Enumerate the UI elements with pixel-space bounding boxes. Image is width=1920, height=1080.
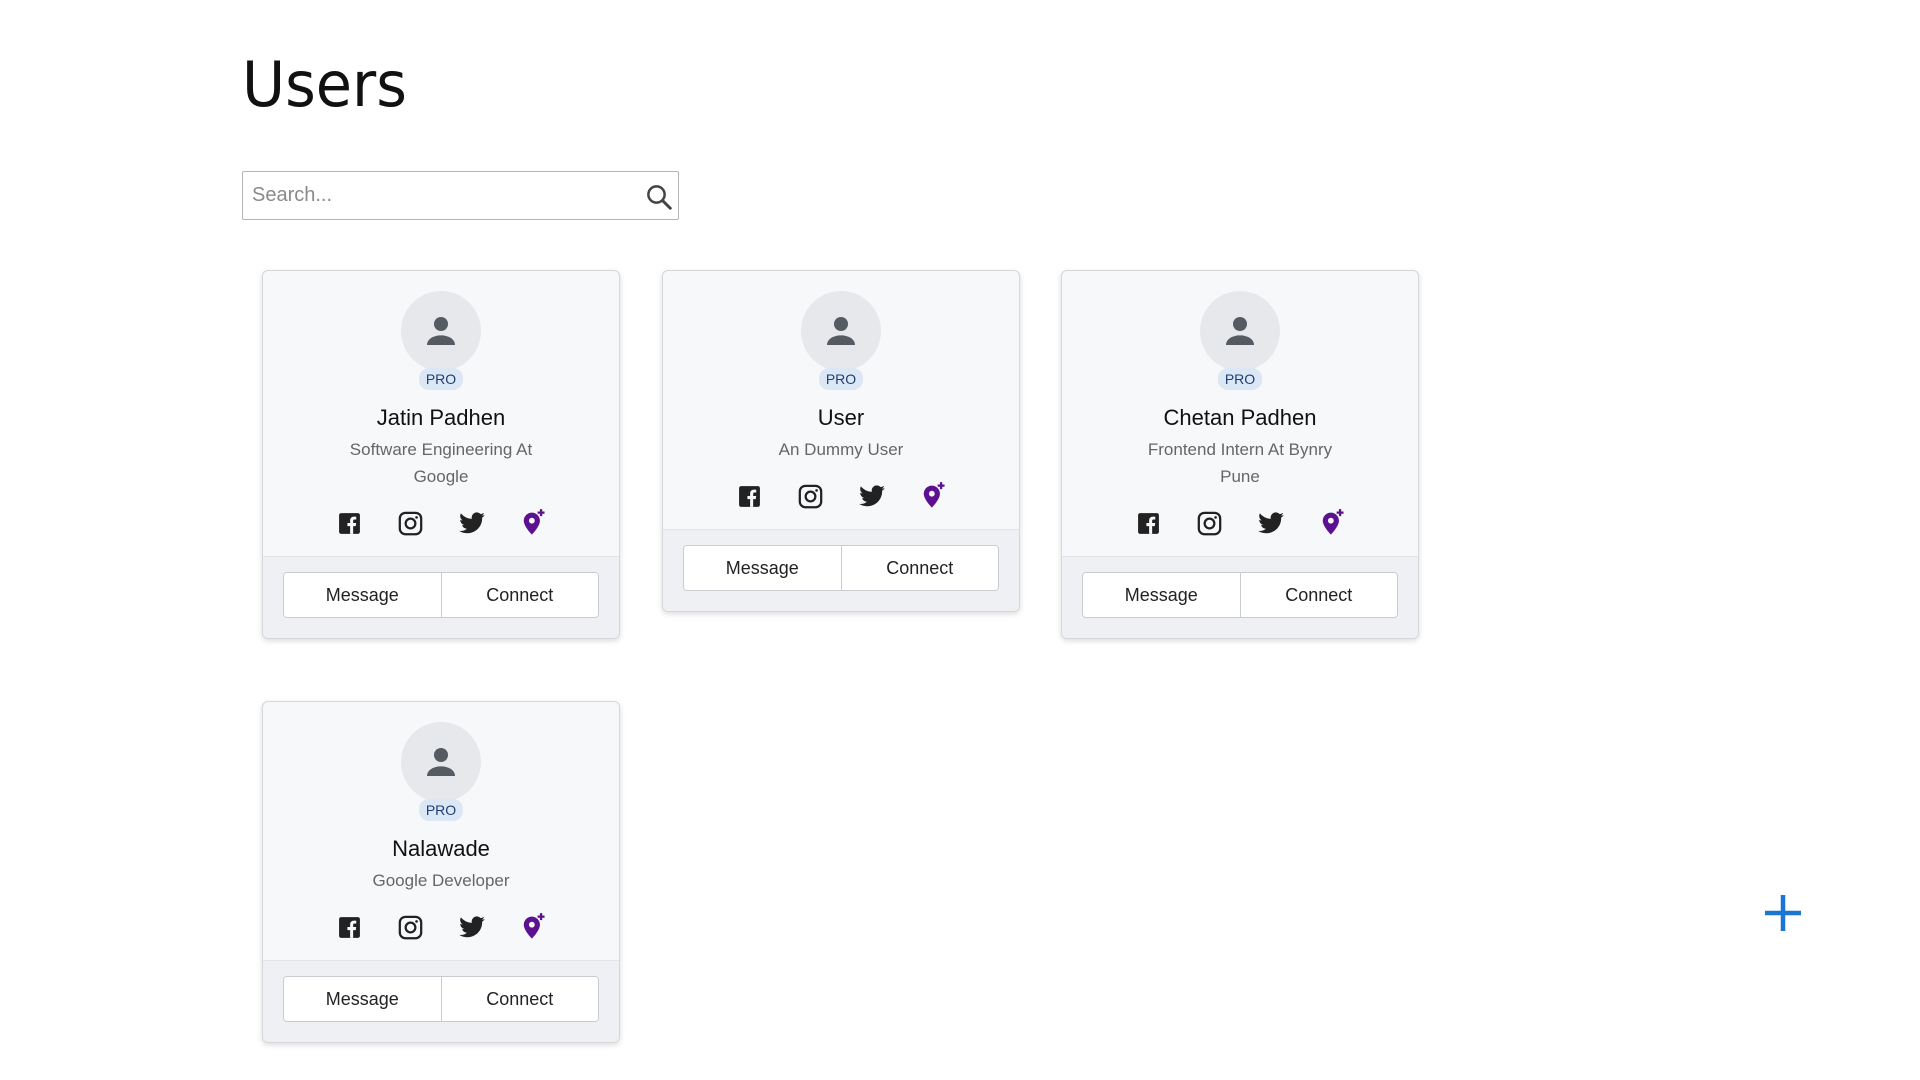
social-links	[263, 508, 619, 538]
card-actions: Message Connect	[683, 545, 999, 591]
message-button[interactable]: Message	[684, 546, 841, 590]
user-card: PRO Chetan Padhen Frontend Intern At Byn…	[1061, 270, 1419, 639]
pro-badge: PRO	[418, 368, 464, 390]
twitter-icon[interactable]	[857, 482, 886, 511]
facebook-icon[interactable]	[335, 509, 364, 538]
pro-badge: PRO	[1217, 368, 1263, 390]
user-card: PRO Nalawade Google Developer Message Co…	[262, 701, 620, 1043]
twitter-icon[interactable]	[457, 509, 486, 538]
location-add-icon[interactable]	[1317, 509, 1346, 538]
facebook-icon[interactable]	[335, 913, 364, 942]
card-actions: Message Connect	[283, 976, 599, 1022]
message-button[interactable]: Message	[1083, 573, 1240, 617]
avatar	[801, 291, 881, 371]
card-footer: Message Connect	[663, 529, 1019, 611]
twitter-icon[interactable]	[1256, 509, 1285, 538]
user-icon	[427, 748, 455, 776]
avatar	[1200, 291, 1280, 371]
social-links	[1062, 508, 1418, 538]
user-cards-grid: PRO Jatin Padhen Software Engineering At…	[262, 270, 1422, 1070]
card-actions: Message Connect	[1082, 572, 1398, 618]
user-description: An Dummy User	[778, 440, 904, 459]
location-add-icon[interactable]	[518, 509, 547, 538]
user-description: Frontend Intern At Bynry Pune	[1147, 440, 1333, 486]
message-button[interactable]: Message	[284, 977, 441, 1021]
instagram-icon[interactable]	[396, 509, 425, 538]
connect-button[interactable]: Connect	[840, 546, 998, 590]
user-icon	[1226, 317, 1254, 345]
user-name: Jatin Padhen	[376, 405, 506, 430]
user-name: User	[817, 405, 865, 430]
pro-badge: PRO	[418, 799, 464, 821]
card-actions: Message Connect	[283, 572, 599, 618]
search-input[interactable]	[243, 172, 623, 219]
card-footer: Message Connect	[263, 960, 619, 1042]
social-links	[263, 912, 619, 942]
connect-button[interactable]: Connect	[1239, 573, 1397, 617]
location-add-icon[interactable]	[518, 913, 547, 942]
page-title: Users	[242, 48, 407, 121]
user-card: PRO User An Dummy User Message Connect	[662, 270, 1020, 612]
user-name: Nalawade	[392, 836, 490, 861]
message-button[interactable]: Message	[284, 573, 441, 617]
pro-badge: PRO	[818, 368, 864, 390]
facebook-icon[interactable]	[1134, 509, 1163, 538]
user-description: Software Engineering At Google	[349, 440, 533, 486]
location-add-icon[interactable]	[918, 482, 947, 511]
instagram-icon[interactable]	[796, 482, 825, 511]
instagram-icon[interactable]	[1195, 509, 1224, 538]
search-box	[242, 171, 679, 220]
add-user-button[interactable]	[1758, 888, 1808, 938]
social-links	[663, 481, 1019, 511]
avatar	[401, 722, 481, 802]
card-footer: Message Connect	[263, 556, 619, 638]
search-icon[interactable]	[644, 182, 674, 212]
facebook-icon[interactable]	[735, 482, 764, 511]
avatar	[401, 291, 481, 371]
connect-button[interactable]: Connect	[440, 977, 598, 1021]
user-name: Chetan Padhen	[1163, 405, 1317, 430]
connect-button[interactable]: Connect	[440, 573, 598, 617]
instagram-icon[interactable]	[396, 913, 425, 942]
plus-icon	[1765, 895, 1801, 931]
user-icon	[827, 317, 855, 345]
user-description: Google Developer	[372, 871, 510, 890]
twitter-icon[interactable]	[457, 913, 486, 942]
card-footer: Message Connect	[1062, 556, 1418, 638]
user-icon	[427, 317, 455, 345]
user-card: PRO Jatin Padhen Software Engineering At…	[262, 270, 620, 639]
